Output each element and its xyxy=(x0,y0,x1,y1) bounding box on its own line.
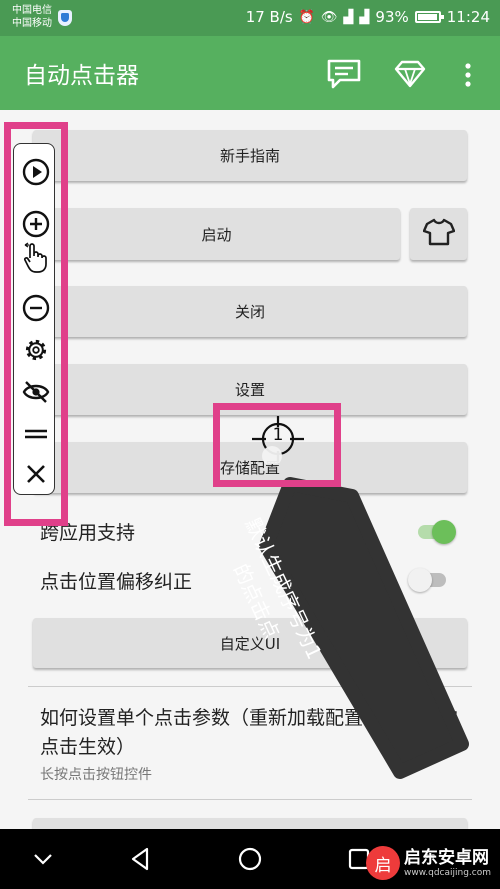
theme-button[interactable] xyxy=(410,208,467,260)
switch-thumb xyxy=(432,520,456,544)
play-icon[interactable] xyxy=(22,158,50,186)
battery-icon xyxy=(414,11,444,23)
floating-toolbar xyxy=(13,143,55,495)
back-icon[interactable] xyxy=(128,846,154,872)
add-icon[interactable] xyxy=(22,210,50,238)
watermark-url: www.qdcaijing.com xyxy=(404,867,492,878)
alarm-icon: ⏰ xyxy=(298,9,315,25)
watermark-text: 启东安卓网 www.qdcaijing.com xyxy=(404,848,491,879)
more-vert-icon[interactable] xyxy=(462,62,474,92)
carrier-1: 中国电信 xyxy=(12,5,52,16)
hide-eye-icon[interactable] xyxy=(22,378,50,406)
switch-thumb xyxy=(408,568,432,592)
home-icon[interactable] xyxy=(237,846,263,872)
watermark-logo: 启 xyxy=(366,846,400,880)
close-icon[interactable] xyxy=(22,460,50,488)
click-point-number: 1 xyxy=(272,425,284,445)
eye-icon: 👁 xyxy=(320,9,338,25)
diamond-icon[interactable] xyxy=(394,60,426,92)
guide-button[interactable]: 新手指南 xyxy=(33,130,467,181)
chat-icon[interactable] xyxy=(326,58,362,94)
offset-fix-switch[interactable] xyxy=(408,568,446,592)
help-title[interactable]: 如何设置单个点击参数（重新加载配置或新添加的点击生效） xyxy=(40,704,470,762)
shield-icon xyxy=(58,10,72,26)
app-bar: 自动点击器 xyxy=(0,36,500,110)
drag-handle-icon[interactable] xyxy=(22,420,50,448)
close-button[interactable]: 关闭 xyxy=(33,286,467,337)
start-button[interactable]: 启动 xyxy=(33,208,400,260)
watermark: 启 启东安卓网 www.qdcaijing.com xyxy=(366,846,491,880)
carrier-2: 中国移动 xyxy=(12,18,52,29)
remove-icon[interactable] xyxy=(22,294,50,322)
shirt-icon xyxy=(422,218,455,250)
battery-percent: 93% xyxy=(375,8,409,26)
net-speed: 17 B/s xyxy=(245,8,293,26)
watermark-name: 启东安卓网 xyxy=(404,847,489,868)
divider xyxy=(28,799,472,800)
offset-fix-label: 点击位置偏移纠正 xyxy=(40,571,193,593)
help-subtitle: 长按点击按钮控件 xyxy=(40,767,152,783)
status-bar: 中国电信 中国移动 17 B/s ⏰ 👁 ▟ ▟ 93% 11:24 xyxy=(0,0,500,36)
status-indicators: 17 B/s ⏰ 👁 ▟ ▟ 93% 11:24 xyxy=(246,8,490,26)
cross-app-switch[interactable] xyxy=(418,520,456,544)
carrier-info: 中国电信 中国移动 xyxy=(12,4,52,30)
chevron-down-icon[interactable] xyxy=(30,846,56,872)
floating-toolbar-highlight xyxy=(4,122,68,526)
4g-signal-icon-2: ▟ xyxy=(359,9,370,25)
swipe-gesture-icon[interactable] xyxy=(22,242,50,273)
app-title: 自动点击器 xyxy=(24,63,139,89)
divider xyxy=(28,686,472,687)
4g-signal-icon: ▟ xyxy=(343,9,354,25)
clock: 11:24 xyxy=(446,8,490,26)
click-point-marker[interactable]: 1 xyxy=(248,414,308,464)
settings-gear-icon[interactable] xyxy=(22,336,50,364)
custom-ui-button[interactable]: 自定义UI xyxy=(33,618,467,668)
